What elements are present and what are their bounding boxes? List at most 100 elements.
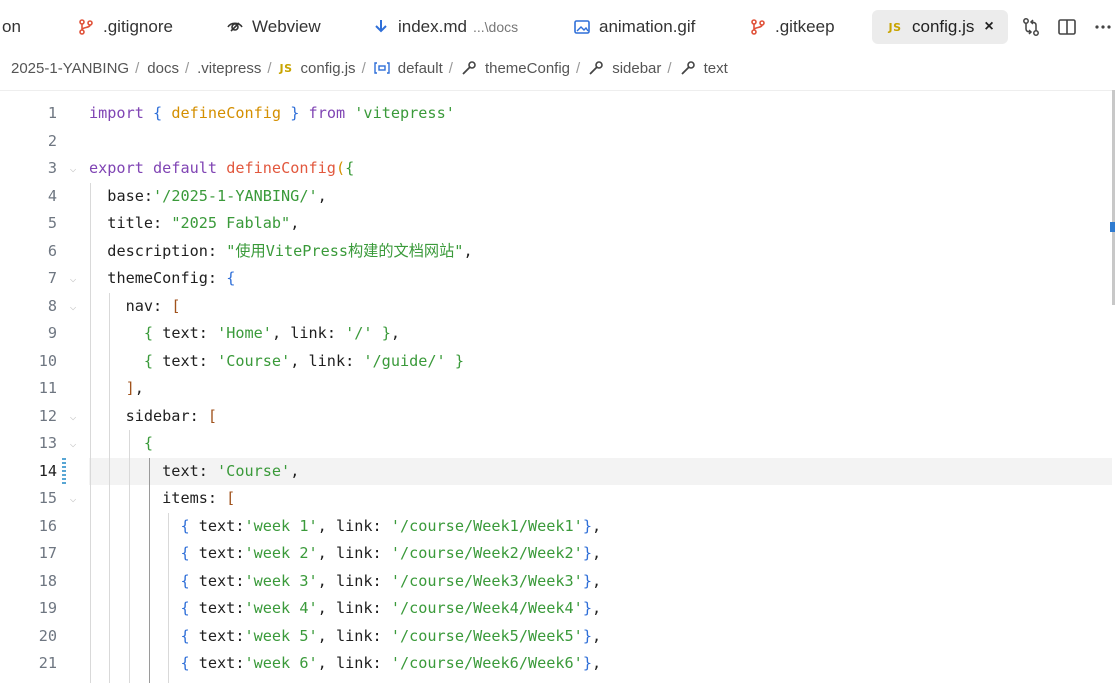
fold-chevron-icon[interactable]: ⌵: [66, 430, 80, 458]
code-line[interactable]: 19 { text:'week 4', link: '/course/Week4…: [0, 595, 1112, 623]
code-line-current[interactable]: 14 text: 'Course',: [39, 457, 1112, 485]
code-line[interactable]: 7 ⌵ themeConfig: {: [0, 265, 1112, 293]
code-token: '/2025-1-YANBING/': [153, 186, 318, 205]
code-token: {: [180, 571, 190, 590]
code-line[interactable]: 3 ⌵ export default defineConfig({: [0, 155, 1112, 183]
code-token: :: [189, 406, 208, 425]
code-text: base:'/2025-1-YANBING/',: [89, 183, 327, 211]
code-line[interactable]: 5 title: "2025 Fablab",: [0, 210, 1112, 238]
breadcrumb-item-vitepress[interactable]: .vitepress: [197, 60, 261, 77]
code-token: {: [153, 104, 163, 122]
code-token: link: [335, 599, 373, 617]
code-line[interactable]: 9 { text: 'Home', link: '/' },: [0, 320, 1112, 348]
line-number: 11: [38, 379, 57, 397]
fold-chevron-icon[interactable]: ⌵: [66, 485, 80, 513]
breadcrumb-item-docs[interactable]: docs: [147, 60, 179, 77]
breadcrumb-item-config-js[interactable]: JS config.js: [280, 60, 356, 77]
tab-label: on: [2, 17, 21, 36]
fold-chevron-icon[interactable]: ⌵: [66, 265, 80, 293]
code-token: }: [381, 324, 391, 342]
code-text: ],: [89, 375, 144, 403]
code-token: text: [198, 571, 236, 590]
breadcrumb-item-text[interactable]: text: [680, 60, 728, 77]
code-token: ,: [317, 544, 336, 562]
code-line[interactable]: 8 ⌵ nav: [: [0, 293, 1112, 321]
code-line[interactable]: 16 { text:'week 1', link: '/course/Week1…: [0, 513, 1112, 541]
code-token: 'week 3': [244, 571, 318, 590]
property-wrench-icon: [461, 60, 477, 76]
code-line[interactable]: 10 { text: 'Course', link: '/guide/' }: [0, 348, 1112, 376]
code-line[interactable]: 6 description: "使用VitePress构建的文档网站",: [0, 238, 1112, 266]
tab-overflow[interactable]: on: [2, 10, 21, 44]
code-token: ,: [290, 461, 300, 480]
compare-changes-icon[interactable]: [1019, 15, 1043, 39]
line-number: 6: [47, 241, 57, 260]
code-token: '/course/Week1/Week1': [390, 516, 583, 535]
code-line[interactable]: 18 { text:'week 3', link: '/course/Week3…: [0, 568, 1112, 596]
more-actions-icon[interactable]: [1091, 15, 1115, 39]
code-token: ,: [317, 654, 336, 672]
line-number: 8: [47, 296, 57, 315]
code-editor[interactable]: 1 import { defineConfig } from 'vitepress…: [0, 90, 1115, 683]
code-line[interactable]: 4 base:'/2025-1-YANBING/',: [0, 183, 1112, 211]
tab-config-js[interactable]: JS config.js ×: [872, 10, 1008, 44]
tab-index-md[interactable]: index.md ...\docs: [372, 10, 518, 44]
code-line[interactable]: 15 ⌵ items: [: [0, 485, 1112, 513]
code-token: 'week 4': [244, 599, 318, 617]
fold-chevron-icon[interactable]: ⌵: [66, 403, 80, 431]
code-line[interactable]: 11 ],: [0, 375, 1112, 403]
line-number: 15: [38, 489, 57, 507]
code-token: :: [372, 544, 391, 562]
code-line[interactable]: 21 { text:'week 6', link: '/course/Week6…: [0, 650, 1112, 678]
breadcrumb-item-default[interactable]: default: [374, 60, 443, 77]
code-token: ,: [290, 214, 300, 232]
breadcrumb-label: sidebar: [612, 59, 662, 77]
breadcrumb-item-themeconfig[interactable]: themeConfig: [461, 60, 570, 77]
code-token: :: [198, 351, 218, 370]
breadcrumb-item-sidebar[interactable]: sidebar: [588, 60, 661, 77]
tab-gitignore[interactable]: .gitignore: [77, 10, 173, 44]
code-line[interactable]: 12 ⌵ sidebar: [: [0, 403, 1112, 431]
code-line[interactable]: 20 { text:'week 5', link: '/course/Week5…: [0, 623, 1112, 651]
breadcrumb-item-root[interactable]: 2025-1-YANBING: [11, 60, 129, 77]
tab-animation-gif[interactable]: animation.gif: [573, 10, 695, 44]
code-token: ,: [317, 186, 327, 205]
split-editor-icon[interactable]: [1055, 15, 1079, 39]
code-line[interactable]: 2: [0, 128, 1112, 156]
code-line[interactable]: 17 { text:'week 2', link: '/course/Week2…: [0, 540, 1112, 568]
code-token: 'Course': [217, 461, 291, 480]
line-number: 20: [38, 626, 57, 645]
close-icon[interactable]: ×: [984, 18, 993, 36]
code-line[interactable]: 1 import { defineConfig } from 'vitepress…: [0, 100, 1112, 128]
code-token: [: [207, 406, 218, 425]
fold-chevron-icon[interactable]: ⌵: [66, 293, 80, 321]
code-token: '/course/Week6/Week6': [390, 654, 583, 672]
code-token: ]: [125, 379, 135, 397]
code-token: [: [226, 489, 236, 507]
fold-chevron-icon[interactable]: ⌵: [66, 155, 80, 183]
line-number: 14: [38, 461, 57, 480]
tab-gitkeep[interactable]: .gitkeep: [749, 10, 835, 44]
code-token: text: [198, 516, 236, 535]
code-token: :: [372, 626, 391, 645]
indent-guide: [129, 430, 130, 683]
code-token: description: [107, 241, 208, 260]
variable-icon: [374, 62, 390, 74]
code-token: title: [107, 214, 154, 232]
code-line[interactable]: 13 ⌵ {: [0, 430, 1112, 458]
tab-webview[interactable]: Webview: [226, 10, 321, 44]
code-token: :: [326, 324, 346, 342]
